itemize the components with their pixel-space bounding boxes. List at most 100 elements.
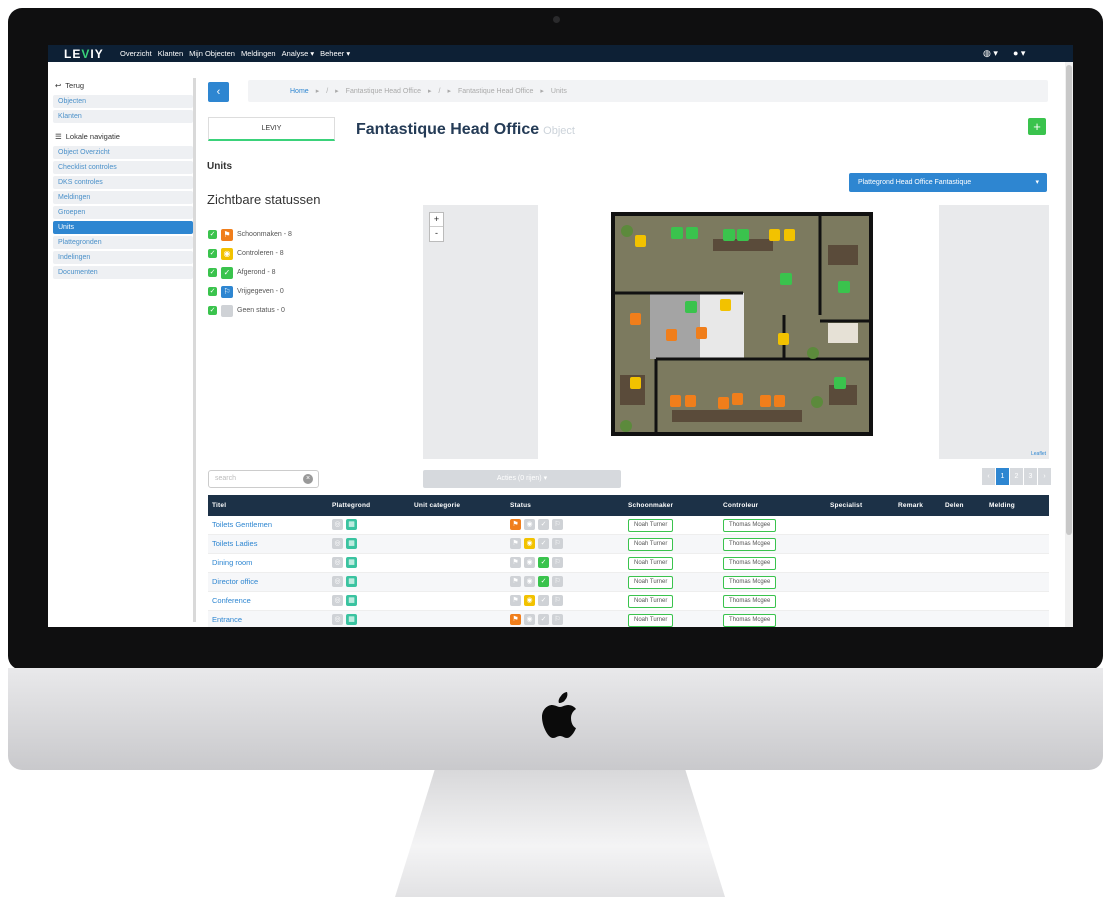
controller-tag[interactable]: Thomas Mcgee: [723, 576, 777, 589]
table-row[interactable]: Entrance ◎ ▦ ⚑ ◉ ✓ ⚐ Noah Turner Thomas Mcgee: [208, 611, 1049, 627]
status-cleaning-icon[interactable]: ⚑: [510, 595, 521, 606]
nav-item[interactable]: Beheer ▾: [320, 49, 350, 58]
column-header[interactable]: Remark: [898, 502, 923, 509]
page-button[interactable]: 1: [996, 468, 1009, 485]
back-button[interactable]: ‹: [208, 82, 229, 102]
map-attribution[interactable]: Leaflet: [1031, 451, 1046, 457]
column-header[interactable]: Titel: [212, 502, 226, 509]
cleaner-tag[interactable]: Noah Turner: [628, 519, 674, 532]
map-icon[interactable]: ▦: [346, 557, 357, 568]
actions-dropdown[interactable]: Acties (0 rijen) ▾: [423, 470, 621, 488]
page-button[interactable]: 2: [1010, 468, 1023, 485]
sidebar-item-groepen[interactable]: Groepen: [53, 206, 193, 219]
unit-title-link[interactable]: Director office: [212, 577, 258, 586]
app-logo[interactable]: LEVIY: [64, 47, 104, 61]
unit-title-link[interactable]: Toilets Ladies: [212, 539, 257, 548]
status-check-icon[interactable]: ◉: [524, 614, 535, 625]
unit-title-link[interactable]: Conference: [212, 596, 251, 605]
status-check-icon[interactable]: ◉: [524, 519, 535, 530]
table-row[interactable]: Director office ◎ ▦ ⚑ ◉ ✓ ⚐ Noah Turner Thomas M…: [208, 573, 1049, 592]
column-header[interactable]: Melding: [989, 502, 1015, 509]
sidebar-item-indelingen[interactable]: Indelingen: [53, 251, 193, 264]
status-done-icon[interactable]: ✓: [538, 576, 549, 587]
map-icon[interactable]: ▦: [346, 614, 357, 625]
status-cleaning-icon[interactable]: ⚑: [510, 538, 521, 549]
cleaner-tag[interactable]: Noah Turner: [628, 614, 674, 627]
breadcrumb-item[interactable]: Fantastique Head Office: [458, 88, 533, 95]
breadcrumb-home[interactable]: Home: [290, 88, 309, 95]
status-done-icon[interactable]: ✓: [538, 595, 549, 606]
unit-title-link[interactable]: Toilets Gentlemen: [212, 520, 272, 529]
nav-item[interactable]: Klanten: [158, 49, 183, 58]
globe-icon[interactable]: ◍ ▾: [983, 48, 998, 59]
locate-icon[interactable]: ◎: [332, 614, 343, 625]
checkbox-icon[interactable]: ✓: [208, 268, 217, 277]
user-icon[interactable]: ● ▾: [1013, 48, 1025, 59]
sidebar-item-dks-controles[interactable]: DKS controles: [53, 176, 193, 189]
map-icon[interactable]: ▦: [346, 519, 357, 530]
floorplan-map[interactable]: + - Leaflet: [423, 205, 1049, 459]
locate-icon[interactable]: ◎: [332, 557, 343, 568]
search-input[interactable]: search ×: [208, 470, 319, 488]
status-check-icon[interactable]: ◉: [524, 595, 535, 606]
sidebar-item-object-overzicht[interactable]: Object Overzicht: [53, 146, 193, 159]
status-cleaning-icon[interactable]: ⚑: [510, 519, 521, 530]
status-flag-icon[interactable]: ⚐: [552, 519, 563, 530]
controller-tag[interactable]: Thomas Mcgee: [723, 595, 777, 608]
locate-icon[interactable]: ◎: [332, 519, 343, 530]
sidebar-item-checklist-controles[interactable]: Checklist controles: [53, 161, 193, 174]
page-prev-button[interactable]: ‹: [982, 468, 995, 485]
column-header[interactable]: Schoonmaker: [628, 502, 673, 509]
status-done-icon[interactable]: ✓: [538, 519, 549, 530]
floorplan-select[interactable]: Plattegrond Head Office Fantastique ▾: [849, 173, 1047, 192]
status-flag-icon[interactable]: ⚐: [552, 576, 563, 587]
checkbox-icon[interactable]: ✓: [208, 306, 217, 315]
checkbox-icon[interactable]: ✓: [208, 249, 217, 258]
locate-icon[interactable]: ◎: [332, 576, 343, 587]
table-row[interactable]: Conference ◎ ▦ ⚑ ◉ ✓ ⚐ Noah Turner Thomas Mcgee: [208, 592, 1049, 611]
breadcrumb-item[interactable]: Fantastique Head Office: [346, 88, 421, 95]
status-filter-item[interactable]: ✓ ⚐ Vrijgegeven - 0: [208, 282, 292, 301]
sidebar-item-plattegronden[interactable]: Plattegronden: [53, 236, 193, 249]
column-header[interactable]: Unit categorie: [414, 502, 460, 509]
nav-item[interactable]: Meldingen: [241, 49, 276, 58]
status-done-icon[interactable]: ✓: [538, 557, 549, 568]
status-flag-icon[interactable]: ⚐: [552, 595, 563, 606]
zoom-in-button[interactable]: +: [430, 213, 443, 227]
column-header[interactable]: Plattegrond: [332, 502, 370, 509]
status-check-icon[interactable]: ◉: [524, 557, 535, 568]
status-filter-item[interactable]: ✓ ⚑ Schoonmaken - 8: [208, 225, 292, 244]
status-filter-item[interactable]: ✓ ◉ Controleren - 8: [208, 244, 292, 263]
map-icon[interactable]: ▦: [346, 595, 357, 606]
controller-tag[interactable]: Thomas Mcgee: [723, 614, 777, 627]
nav-item[interactable]: Mijn Objecten: [189, 49, 235, 58]
sidebar-item-objecten[interactable]: Objecten: [53, 95, 193, 108]
cleaner-tag[interactable]: Noah Turner: [628, 538, 674, 551]
controller-tag[interactable]: Thomas Mcgee: [723, 538, 777, 551]
sidebar-item-klanten[interactable]: Klanten: [53, 110, 193, 123]
cleaner-tag[interactable]: Noah Turner: [628, 576, 674, 589]
zoom-out-button[interactable]: -: [430, 227, 443, 240]
map-icon[interactable]: ▦: [346, 576, 357, 587]
scrollbar-thumb[interactable]: [1066, 65, 1072, 535]
page-button[interactable]: 3: [1024, 468, 1037, 485]
table-row[interactable]: Dining room ◎ ▦ ⚑ ◉ ✓ ⚐ Noah Turner Thomas Mcgee: [208, 554, 1049, 573]
status-done-icon[interactable]: ✓: [538, 538, 549, 549]
back-link[interactable]: ↩ Terug: [53, 78, 193, 93]
map-icon[interactable]: ▦: [346, 538, 357, 549]
status-filter-item[interactable]: ✓ Geen status - 0: [208, 301, 292, 320]
sidebar-item-meldingen[interactable]: Meldingen: [53, 191, 193, 204]
column-header[interactable]: Status: [510, 502, 531, 509]
clear-search-icon[interactable]: ×: [303, 474, 313, 484]
status-check-icon[interactable]: ◉: [524, 576, 535, 587]
nav-item[interactable]: Overzicht: [120, 49, 152, 58]
unit-title-link[interactable]: Dining room: [212, 558, 252, 567]
controller-tag[interactable]: Thomas Mcgee: [723, 519, 777, 532]
status-cleaning-icon[interactable]: ⚑: [510, 576, 521, 587]
status-done-icon[interactable]: ✓: [538, 614, 549, 625]
column-header[interactable]: Delen: [945, 502, 964, 509]
cleaner-tag[interactable]: Noah Turner: [628, 595, 674, 608]
table-row[interactable]: Toilets Ladies ◎ ▦ ⚑ ◉ ✓ ⚐ Noah Turner Thomas Mc…: [208, 535, 1049, 554]
locate-icon[interactable]: ◎: [332, 538, 343, 549]
unit-title-link[interactable]: Entrance: [212, 615, 242, 624]
